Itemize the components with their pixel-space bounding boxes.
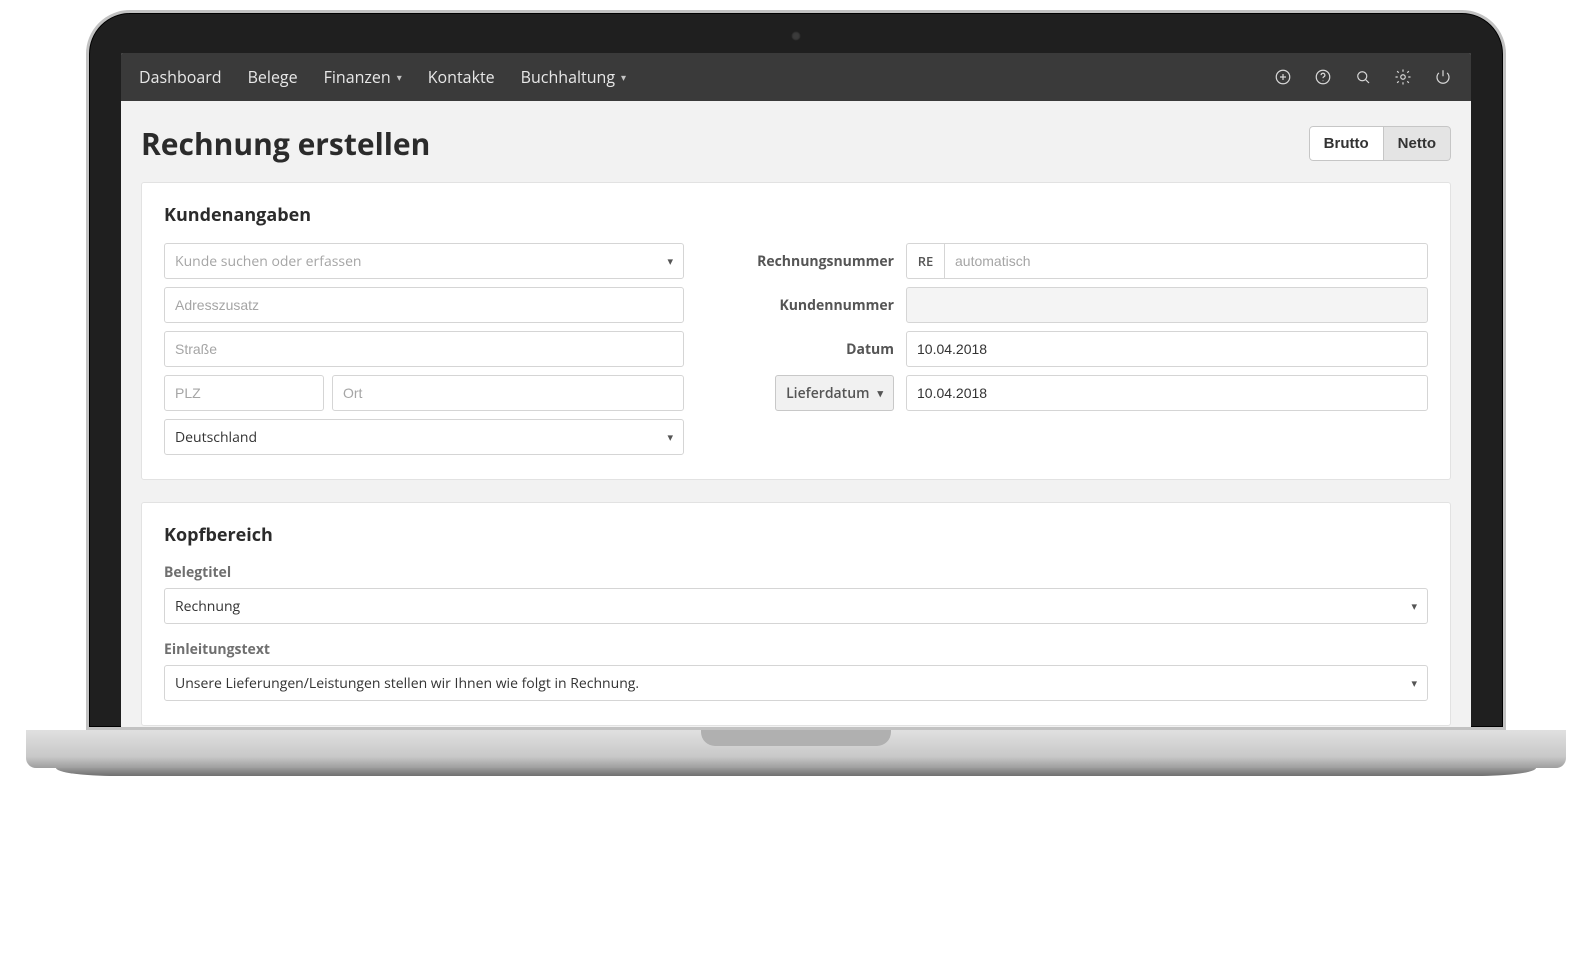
belegtitel-select[interactable]: Rechnung ▾ xyxy=(164,588,1428,624)
card-customer: Kundenangaben Kunde suchen oder erfassen… xyxy=(141,182,1451,480)
nav-buchhaltung[interactable]: Buchhaltung ▾ xyxy=(521,66,626,88)
chevron-down-icon: ▾ xyxy=(397,70,402,84)
select-placeholder: Kunde suchen oder erfassen xyxy=(175,252,362,271)
nav-finanzen[interactable]: Finanzen ▾ xyxy=(324,66,402,88)
invoice-number-group: RE xyxy=(906,243,1428,279)
address-addon-input[interactable] xyxy=(164,287,684,323)
laptop-base xyxy=(26,730,1566,768)
nav-label: Dashboard xyxy=(139,66,222,88)
page-header: Rechnung erstellen Brutto Netto xyxy=(141,123,1451,164)
einleitungstext-select[interactable]: Unsere Lieferungen/Leistungen stellen wi… xyxy=(164,665,1428,701)
row-date: Datum xyxy=(744,331,1428,367)
meta-column: Rechnungsnummer RE Kundennummer xyxy=(744,243,1428,455)
country-select[interactable]: Deutschland ▾ xyxy=(164,419,684,455)
delivery-date-input[interactable] xyxy=(906,375,1428,411)
nav-label: Belege xyxy=(248,66,298,88)
card-heading: Kundenangaben xyxy=(164,203,1428,227)
select-value: Rechnung xyxy=(175,597,240,616)
invoice-number-prefix: RE xyxy=(906,243,944,279)
chevron-down-icon: ▾ xyxy=(1411,599,1417,614)
toggle-brutto[interactable]: Brutto xyxy=(1309,126,1384,161)
nav-left: Dashboard Belege Finanzen ▾ Kontakte Buc… xyxy=(139,66,626,88)
nav-label: Kontakte xyxy=(428,66,495,88)
screen-bezel: Dashboard Belege Finanzen ▾ Kontakte Buc… xyxy=(86,10,1506,730)
app-screen: Dashboard Belege Finanzen ▾ Kontakte Buc… xyxy=(121,53,1471,727)
page-body: Rechnung erstellen Brutto Netto Kundenan… xyxy=(121,101,1471,727)
chevron-down-icon: ▾ xyxy=(1411,676,1417,691)
address-column: Kunde suchen oder erfassen ▾ Deutschland xyxy=(164,243,684,455)
power-icon[interactable] xyxy=(1433,67,1453,87)
laptop-camera xyxy=(791,31,801,41)
label-customer-number: Kundennummer xyxy=(744,296,894,315)
card-heading: Kopfbereich xyxy=(164,523,1428,547)
gear-icon[interactable] xyxy=(1393,67,1413,87)
zip-input[interactable] xyxy=(164,375,324,411)
label-einleitungstext: Einleitungstext xyxy=(164,640,1428,659)
select-value: Lieferdatum xyxy=(786,384,869,403)
label-invoice-number: Rechnungsnummer xyxy=(744,252,894,271)
invoice-number-input[interactable] xyxy=(944,243,1428,279)
search-icon[interactable] xyxy=(1353,67,1373,87)
row-customer-number: Kundennummer xyxy=(744,287,1428,323)
label-date: Datum xyxy=(744,340,894,359)
row-invoice-number: Rechnungsnummer RE xyxy=(744,243,1428,279)
select-value: Deutschland xyxy=(175,428,257,447)
label-belegtitel: Belegtitel xyxy=(164,563,1428,582)
add-icon[interactable] xyxy=(1273,67,1293,87)
city-input[interactable] xyxy=(332,375,684,411)
street-input[interactable] xyxy=(164,331,684,367)
chevron-down-icon: ▾ xyxy=(877,386,883,401)
select-value: Unsere Lieferungen/Leistungen stellen wi… xyxy=(175,674,639,693)
nav-belege[interactable]: Belege xyxy=(248,66,298,88)
nav-kontakte[interactable]: Kontakte xyxy=(428,66,495,88)
customer-number-input[interactable] xyxy=(906,287,1428,323)
nav-dashboard[interactable]: Dashboard xyxy=(139,66,222,88)
topbar: Dashboard Belege Finanzen ▾ Kontakte Buc… xyxy=(121,53,1471,101)
nav-right xyxy=(1273,67,1453,87)
chevron-down-icon: ▾ xyxy=(667,430,673,445)
laptop-foot xyxy=(56,768,1536,776)
nav-label: Buchhaltung xyxy=(521,66,615,88)
customer-grid: Kunde suchen oder erfassen ▾ Deutschland xyxy=(164,243,1428,455)
chevron-down-icon: ▾ xyxy=(621,70,626,84)
page-title: Rechnung erstellen xyxy=(141,123,430,164)
help-icon[interactable] xyxy=(1313,67,1333,87)
toggle-netto[interactable]: Netto xyxy=(1384,126,1451,161)
nav-label: Finanzen xyxy=(324,66,391,88)
brutto-netto-toggle: Brutto Netto xyxy=(1309,126,1451,161)
row-delivery-date: Lieferdatum ▾ xyxy=(744,375,1428,411)
date-input[interactable] xyxy=(906,331,1428,367)
zip-city-row xyxy=(164,375,684,411)
delivery-date-type-select[interactable]: Lieferdatum ▾ xyxy=(775,375,894,411)
chevron-down-icon: ▾ xyxy=(667,254,673,269)
card-head-section: Kopfbereich Belegtitel Rechnung ▾ Einlei… xyxy=(141,502,1451,726)
customer-search-select[interactable]: Kunde suchen oder erfassen ▾ xyxy=(164,243,684,279)
laptop-frame: Dashboard Belege Finanzen ▾ Kontakte Buc… xyxy=(86,10,1506,776)
